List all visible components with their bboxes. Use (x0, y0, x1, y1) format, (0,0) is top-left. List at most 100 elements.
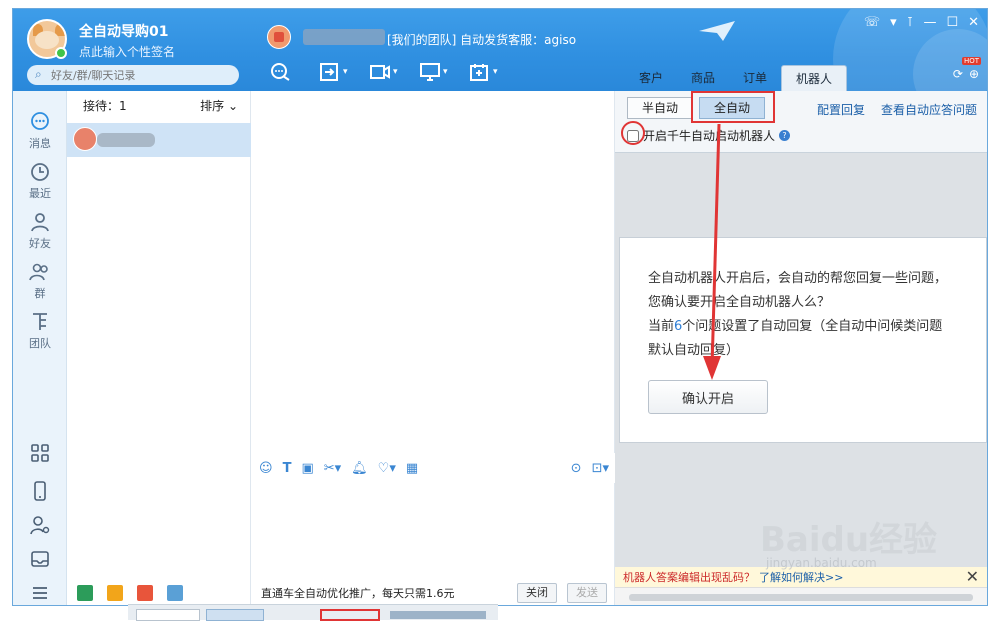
user-name: 全自动导购01 (79, 24, 169, 40)
shop-icon[interactable] (137, 585, 153, 601)
inbox-icon[interactable] (13, 549, 67, 573)
avatar-face (35, 31, 59, 49)
pin-icon[interactable]: ⊺ (907, 15, 914, 30)
title-bar: 全自动导购01 点此输入个性签名 ⌕ [我们的团队] 自动发货客服：agiso … (13, 9, 987, 139)
app-icon-green[interactable] (77, 585, 93, 601)
hot-badge: HOT (961, 57, 981, 65)
nav-item-groups[interactable]: 群 (13, 261, 67, 301)
tab-robot[interactable]: 机器人 (781, 65, 848, 91)
sort-dropdown[interactable]: 排序 ⌄ (200, 97, 238, 114)
video-call-icon[interactable]: ▾ (369, 61, 405, 83)
robot-mode-bar: 半自动 全自动 配置回复 查看自动应答问题 开启千牛自动启动机器人 ? (615, 91, 987, 153)
nav-label: 最近 (29, 187, 51, 200)
reception-count: 接待：1 (83, 98, 127, 113)
screen-share-icon[interactable]: ▾ (419, 61, 455, 83)
blurred-contact-name (97, 133, 155, 147)
contact-list-header: 接待：1 排序 ⌄ (67, 91, 250, 119)
notice-text: 机器人答案编辑出现乱码？ (623, 571, 755, 584)
send-button[interactable]: 发送 (567, 583, 607, 603)
maximize-icon[interactable]: ☐ (946, 15, 958, 30)
nav-item-team[interactable]: 团队 (13, 311, 67, 351)
search-icon: ⌕ (35, 67, 42, 81)
window-controls: ☏ ▾ ⊺ — ☐ ✕ (864, 15, 979, 30)
highlight-rect (691, 91, 775, 123)
message-icon (31, 112, 49, 130)
sell-icon[interactable] (167, 585, 183, 601)
auto-start-option: 开启千牛自动启动机器人 ? (627, 127, 791, 144)
heart-icon[interactable]: ♡▾ (378, 461, 396, 476)
apps-grid-icon[interactable] (13, 443, 67, 467)
file-transfer-icon[interactable]: ▾ (319, 61, 355, 83)
signature-text[interactable]: 点此输入个性签名 (79, 43, 175, 60)
horizontal-scrollbar[interactable] (615, 587, 987, 605)
contact-avatar (73, 127, 97, 151)
view-questions-link[interactable]: 查看自动应答问题 (881, 101, 977, 118)
menu-icon[interactable] (13, 583, 67, 605)
transfer-chat-icon[interactable] (269, 61, 305, 83)
left-navigation: 消息 最近 好友 群 团队 (13, 91, 67, 605)
panel-actions: ⟳ ⊕ (953, 67, 979, 81)
watermark-url: jingyan.baidu.com (766, 556, 877, 570)
chevron-down-icon[interactable]: ▾ (890, 15, 897, 30)
contact-footer-apps (67, 579, 251, 605)
notice-link[interactable]: 了解如何解决>> (759, 569, 843, 585)
confirm-dialog: 全自动机器人开启后，会自动的帮您回复一些问题， 您确认要开启全自动机器人么？ 当… (619, 237, 987, 443)
calculator-icon[interactable]: ▦ (406, 461, 418, 476)
help-icon[interactable]: ? (779, 130, 791, 141)
calendar-add-icon[interactable]: ▾ (469, 61, 505, 83)
nav-item-messages[interactable]: 消息 (13, 111, 67, 151)
tab-product[interactable]: 商品 (677, 65, 729, 91)
chat-panel: ☺ T ▣ ✂▾ 🔔︎ ♡▾ ▦ ⊙ ⊡▾ 直通车全自动优化推广，每天只需1.6… (251, 91, 615, 605)
nav-label: 消息 (29, 137, 51, 150)
chevron-down-icon: ⌄ (227, 98, 238, 113)
highlight-circle (621, 121, 645, 145)
confirm-enable-button[interactable]: 确认开启 (648, 380, 768, 414)
add-plugin-icon[interactable]: ⊕ (969, 67, 979, 81)
history-icon[interactable]: ⊡▾ (592, 461, 609, 476)
close-icon[interactable]: ✕ (966, 567, 979, 586)
chat-contact-avatar[interactable] (267, 25, 291, 49)
close-button[interactable]: 关闭 (517, 583, 557, 603)
minimize-icon[interactable]: — (923, 15, 936, 30)
dialog-line-3-post: 个问题设置了自动回复（全自动中问候类问题 (682, 319, 943, 334)
user-settings-icon[interactable] (13, 515, 67, 539)
chat-title: [我们的团队] 自动发货客服：agiso (387, 33, 577, 47)
dialog-line-3-pre: 当前 (648, 319, 675, 334)
app-icon-orange[interactable] (107, 585, 123, 601)
paper-plane-icon (699, 21, 735, 41)
tab-customer[interactable]: 客户 (625, 65, 677, 91)
dialog-line-2: 您确认要开启全自动机器人么？ (648, 295, 831, 310)
nav-item-recent[interactable]: 最近 (13, 161, 67, 201)
watermark-brand: Baidu经验 (760, 520, 938, 560)
nav-item-friends[interactable]: 好友 (13, 211, 67, 251)
tab-order[interactable]: 订单 (729, 65, 781, 91)
search-box[interactable]: ⌕ (27, 65, 239, 85)
semi-auto-button[interactable]: 半自动 (627, 97, 694, 119)
search-input[interactable] (51, 67, 231, 83)
mobile-icon[interactable] (13, 481, 67, 505)
refresh-icon[interactable]: ⟳ (953, 67, 963, 81)
promo-text[interactable]: 直通车全自动优化推广，每天只需1.6元 (261, 585, 517, 601)
contact-list-panel: 接待：1 排序 ⌄ (67, 91, 251, 605)
nav-label: 群 (34, 287, 46, 300)
online-status-icon (55, 47, 67, 59)
baidu-watermark: Baidu经验 jingyan.baidu.com (760, 512, 938, 570)
image-icon[interactable]: ▣ (301, 461, 313, 476)
right-panel-tabs: 客户 商品 订单 机器人 (625, 65, 848, 91)
font-icon[interactable]: T (283, 461, 292, 476)
contact-list-item[interactable] (67, 123, 251, 157)
group-icon (29, 263, 48, 281)
avatar-inner (274, 32, 284, 42)
scissors-icon[interactable]: ✂▾ (324, 461, 341, 476)
bell-icon[interactable]: 🔔︎ (351, 461, 368, 476)
close-icon[interactable]: ✕ (968, 15, 979, 30)
quick-reply-icon[interactable]: ⊙ (571, 461, 582, 476)
chat-footer: 直通车全自动优化推广，每天只需1.6元 关闭 发送 (251, 579, 615, 605)
phone-icon[interactable]: ☏ (864, 15, 880, 30)
friend-icon (31, 213, 49, 232)
dialog-line-4: 默认自动回复） (648, 343, 740, 358)
emoji-icon[interactable]: ☺ (259, 461, 273, 476)
config-reply-link[interactable]: 配置回复 (817, 101, 865, 118)
scrollbar-thumb[interactable] (629, 594, 973, 601)
auto-start-label[interactable]: 开启千牛自动启动机器人 (643, 127, 775, 144)
